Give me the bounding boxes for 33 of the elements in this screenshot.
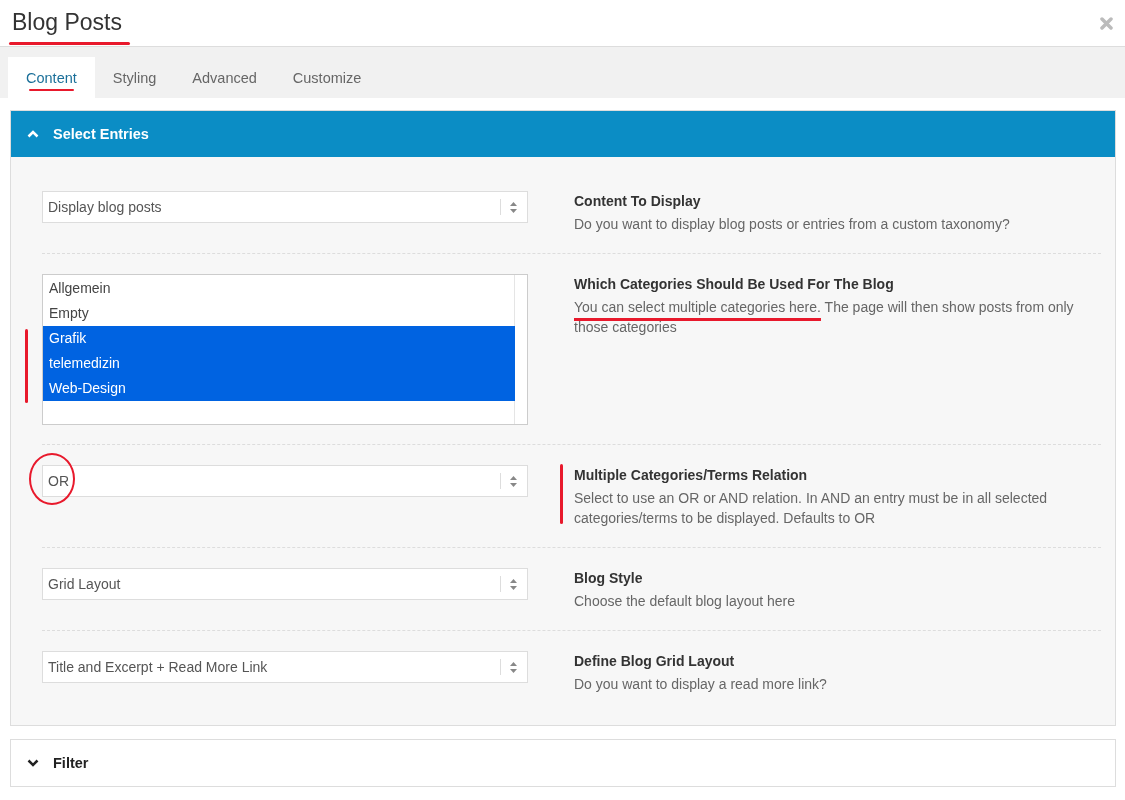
setting-description: Choose the default blog layout here (574, 592, 797, 611)
tab[interactable]: Customize (274, 57, 380, 98)
setting-description: Do you want to display blog posts or entries from a custom taxonomy? (574, 215, 1011, 234)
select-field[interactable]: Display blog posts (42, 191, 528, 223)
select-field[interactable]: Grid Layout (42, 568, 528, 600)
select-arrows-icon (510, 201, 517, 213)
close-icon[interactable] (1100, 16, 1113, 30)
panel-header[interactable]: Select Entries (11, 111, 1115, 157)
tab[interactable]: Content (8, 57, 95, 98)
chevron-up-icon (27, 130, 39, 138)
chevron-down-icon (27, 759, 39, 767)
setting-label: Define Blog Grid Layout (574, 653, 736, 669)
setting-label: Content To Display (574, 193, 702, 209)
list-option[interactable]: Grafik (43, 326, 515, 351)
list-option[interactable]: Allgemein (43, 276, 515, 301)
setting-label: Multiple Categories/Terms Relation (574, 467, 809, 483)
setting-description: Do you want to display a read more link? (574, 675, 828, 694)
tab[interactable]: Advanced (174, 57, 275, 98)
setting-label: Blog Style (574, 570, 644, 586)
select-field[interactable]: Title and Excerpt + Read More Link (42, 651, 528, 683)
select-arrows-icon (510, 475, 517, 487)
window-title: Blog Posts (12, 6, 122, 40)
select-arrows-icon (510, 661, 517, 673)
select-field[interactable]: OR (42, 465, 528, 497)
panel-header[interactable]: Filter (11, 740, 1115, 786)
tab[interactable]: Styling (94, 57, 175, 98)
setting-description: Select to use an OR or AND relation. In AND an entry must be in all selected categories/terms to be displayed. Defaults to OR (574, 489, 1049, 528)
list-option[interactable]: Web-Design (43, 376, 515, 401)
setting-label: Which Categories Should Be Used For The Blog (574, 276, 895, 292)
select-arrows-icon (510, 578, 517, 590)
list-option[interactable]: telemedizin (43, 351, 515, 376)
setting-description: You can select multiple categories here. The page will then show posts from only those categories (574, 298, 1075, 337)
list-option[interactable]: Empty (43, 301, 515, 326)
